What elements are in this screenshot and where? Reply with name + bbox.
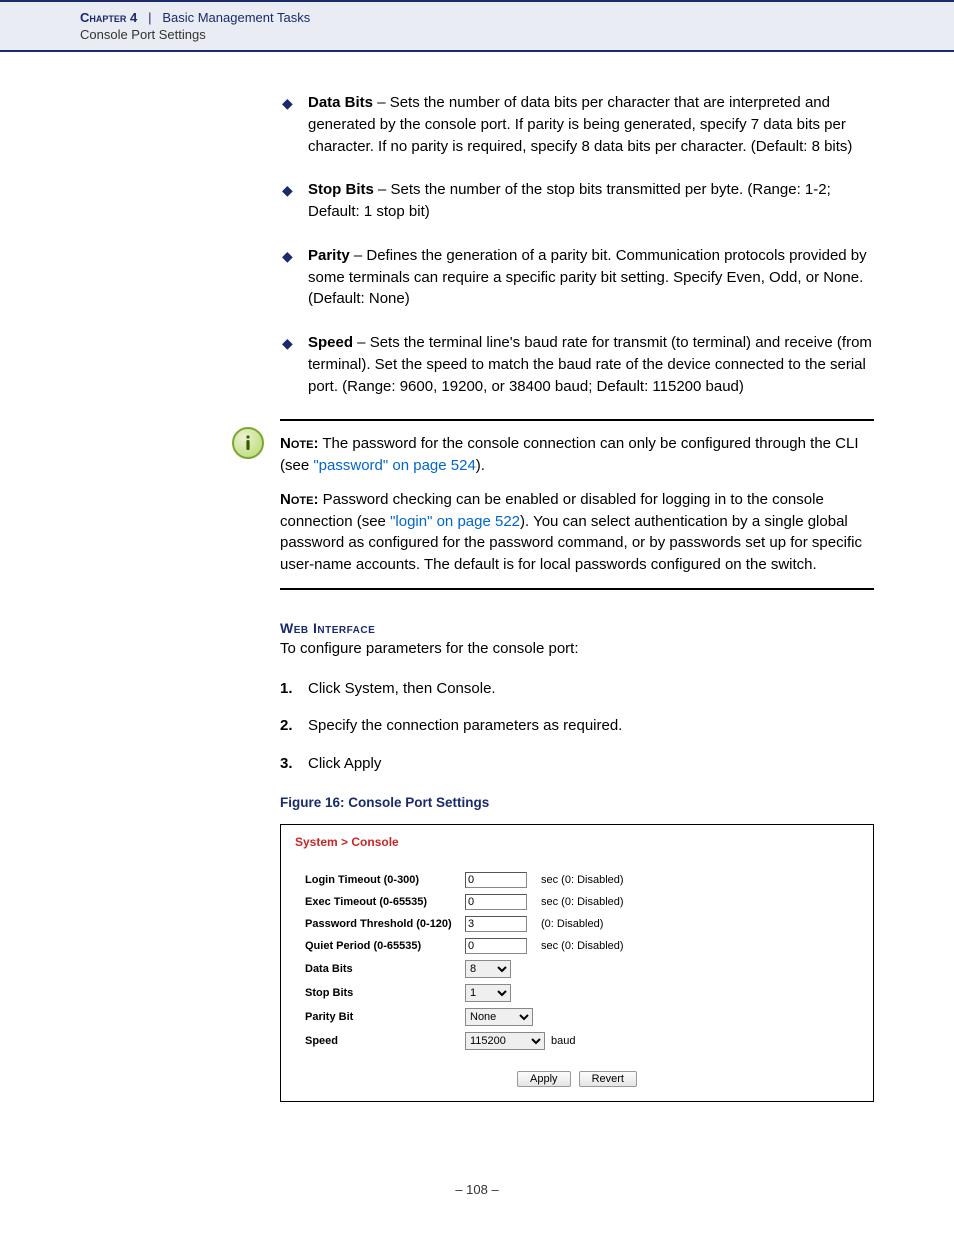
- field-hint: sec (0: Disabled): [541, 940, 624, 952]
- stop-bits-select[interactable]: 1: [465, 984, 511, 1002]
- data-bits-select[interactable]: 8: [465, 960, 511, 978]
- field-label: Password Threshold (0-120): [305, 918, 465, 930]
- field-label: Data Bits: [305, 963, 465, 975]
- exec-timeout-row: Exec Timeout (0-65535) sec (0: Disabled): [281, 891, 873, 913]
- revert-button[interactable]: Revert: [579, 1071, 637, 1087]
- field-hint: baud: [551, 1035, 575, 1047]
- list-item: Data Bits – Sets the number of data bits…: [280, 92, 874, 157]
- term: Data Bits: [308, 94, 373, 111]
- note-label: Note:: [280, 435, 318, 452]
- data-bits-row: Data Bits 8: [281, 957, 873, 981]
- term-desc: – Defines the generation of a parity bit…: [308, 247, 867, 308]
- page-header: Chapter 4 | Basic Management Tasks Conso…: [0, 0, 954, 52]
- parameter-list: Data Bits – Sets the number of data bits…: [280, 92, 874, 397]
- field-hint: sec (0: Disabled): [541, 896, 624, 908]
- password-threshold-row: Password Threshold (0-120) (0: Disabled): [281, 913, 873, 935]
- web-interface-heading: Web Interface: [280, 620, 874, 636]
- list-item: Stop Bits – Sets the number of the stop …: [280, 179, 874, 223]
- breadcrumb: System > Console: [281, 825, 873, 869]
- list-item: Parity – Defines the generation of a par…: [280, 245, 874, 310]
- parity-bit-select[interactable]: None: [465, 1008, 533, 1026]
- login-link[interactable]: "login" on page 522: [390, 513, 520, 530]
- parity-bit-row: Parity Bit None: [281, 1005, 873, 1029]
- section-title: Basic Management Tasks: [162, 10, 310, 25]
- field-label: Speed: [305, 1035, 465, 1047]
- term-desc: – Sets the number of the stop bits trans…: [308, 181, 831, 220]
- step-item: Click Apply: [280, 753, 874, 775]
- note-block: Note: The password for the console conne…: [280, 419, 874, 590]
- quiet-period-row: Quiet Period (0-65535) sec (0: Disabled): [281, 935, 873, 957]
- field-hint: (0: Disabled): [541, 918, 603, 930]
- subsection-title: Console Port Settings: [80, 27, 954, 42]
- field-label: Login Timeout (0-300): [305, 874, 465, 886]
- term: Speed: [308, 334, 353, 351]
- field-hint: sec (0: Disabled): [541, 874, 624, 886]
- step-item: Click System, then Console.: [280, 678, 874, 700]
- quiet-period-input[interactable]: [465, 938, 527, 954]
- info-icon: [232, 427, 264, 459]
- term: Parity: [308, 247, 350, 264]
- page-number: – 108 –: [0, 1182, 954, 1197]
- exec-timeout-input[interactable]: [465, 894, 527, 910]
- stop-bits-row: Stop Bits 1: [281, 981, 873, 1005]
- step-item: Specify the connection parameters as req…: [280, 715, 874, 737]
- speed-select[interactable]: 115200: [465, 1032, 545, 1050]
- apply-button[interactable]: Apply: [517, 1071, 571, 1087]
- field-label: Quiet Period (0-65535): [305, 940, 465, 952]
- intro-text: To configure parameters for the console …: [280, 638, 874, 660]
- chapter-label: Chapter 4: [80, 10, 137, 25]
- field-label: Stop Bits: [305, 987, 465, 999]
- login-timeout-input[interactable]: [465, 872, 527, 888]
- figure-caption: Figure 16: Console Port Settings: [280, 795, 874, 810]
- speed-row: Speed 115200 baud: [281, 1029, 873, 1053]
- separator: |: [141, 10, 159, 25]
- term-desc: – Sets the number of data bits per chara…: [308, 94, 852, 155]
- field-label: Exec Timeout (0-65535): [305, 896, 465, 908]
- list-item: Speed – Sets the terminal line's baud ra…: [280, 332, 874, 397]
- login-timeout-row: Login Timeout (0-300) sec (0: Disabled): [281, 869, 873, 891]
- step-list: Click System, then Console. Specify the …: [280, 678, 874, 775]
- note-label: Note:: [280, 491, 318, 508]
- console-settings-panel: System > Console Login Timeout (0-300) s…: [280, 824, 874, 1102]
- field-label: Parity Bit: [305, 1011, 465, 1023]
- term-desc: – Sets the terminal line's baud rate for…: [308, 334, 872, 395]
- password-threshold-input[interactable]: [465, 916, 527, 932]
- password-link[interactable]: "password" on page 524: [313, 457, 475, 474]
- note-text: ).: [476, 457, 485, 474]
- term: Stop Bits: [308, 181, 374, 198]
